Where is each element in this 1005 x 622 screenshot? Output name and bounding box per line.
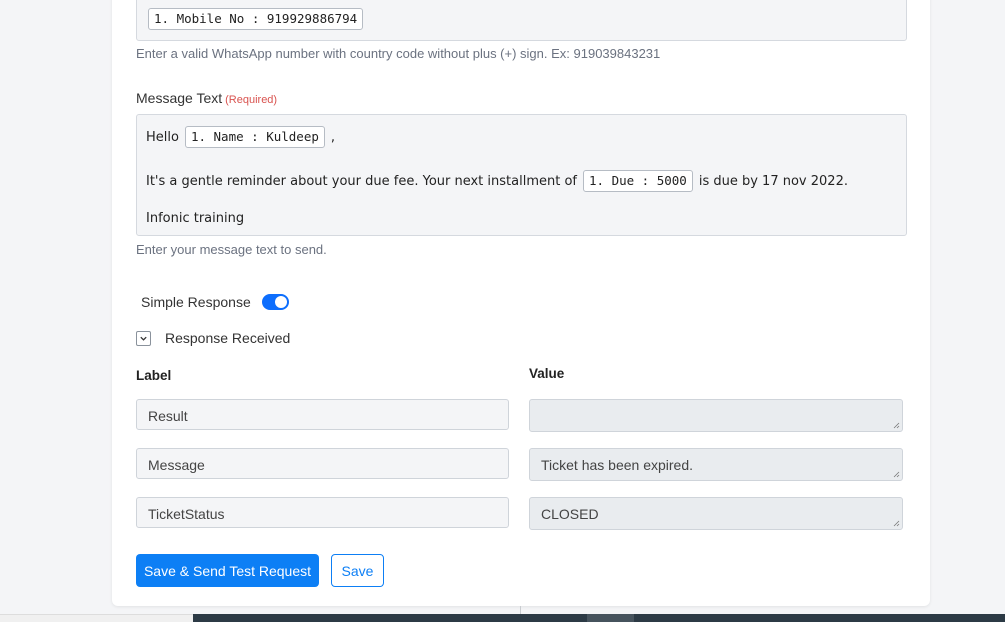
- label-input-message[interactable]: Message: [136, 448, 509, 479]
- required-indicator: (Required): [225, 94, 278, 106]
- value-textarea-message[interactable]: Ticket has been expired.: [529, 448, 903, 481]
- bottom-taskbar-strip: [0, 614, 1005, 622]
- value-textarea-result[interactable]: [529, 399, 903, 432]
- resize-handle-icon[interactable]: [893, 422, 900, 429]
- toggle-knob: [274, 296, 287, 308]
- save-button[interactable]: Save: [331, 554, 384, 587]
- message-line-1-suffix: ,: [330, 129, 336, 145]
- response-received-collapse-toggle[interactable]: [136, 330, 151, 346]
- message-label-text: Message Text: [136, 90, 223, 106]
- message-line-3: Infonic training: [146, 211, 245, 226]
- message-line-1: Hello 1. Name : Kuldeep ,: [146, 126, 335, 148]
- chevron-down-icon: [140, 336, 147, 341]
- taskbar-active-item[interactable]: [587, 614, 634, 622]
- value-text-message: Ticket has been expired.: [541, 457, 694, 473]
- value-text-ticketstatus: CLOSED: [541, 506, 599, 522]
- simple-response-label: Simple Response: [141, 294, 251, 310]
- response-received-row: Response Received: [136, 330, 290, 346]
- label-input-result[interactable]: Result: [136, 399, 509, 430]
- message-line-2-suffix: is due by 17 nov 2022.: [698, 173, 848, 189]
- mobile-help-text: Enter a valid WhatsApp number with count…: [136, 46, 661, 61]
- message-text-editor[interactable]: Hello 1. Name : Kuldeep , It's a gentle …: [136, 114, 907, 236]
- label-column-header: Label: [136, 368, 172, 383]
- name-token[interactable]: 1. Name : Kuldeep: [184, 126, 325, 148]
- resize-handle-icon[interactable]: [893, 471, 900, 478]
- label-input-ticketstatus[interactable]: TicketStatus: [136, 497, 509, 528]
- message-help-text: Enter your message text to send.: [136, 242, 327, 257]
- message-line-2-text: It's a gentle reminder about your due fe…: [146, 173, 577, 189]
- save-and-send-test-request-button[interactable]: Save & Send Test Request: [136, 554, 319, 587]
- value-column-header: Value: [529, 366, 565, 381]
- mobile-number-token[interactable]: 1. Mobile No : 919929886794: [148, 8, 364, 30]
- simple-response-toggle[interactable]: [261, 294, 289, 310]
- message-line-2: It's a gentle reminder about your due fe…: [146, 170, 848, 192]
- response-received-label: Response Received: [165, 330, 291, 346]
- simple-response-row: Simple Response: [141, 294, 289, 310]
- taskbar-left: [0, 614, 193, 622]
- due-token[interactable]: 1. Due : 5000: [583, 170, 693, 192]
- mobile-number-field[interactable]: 1. Mobile No : 919929886794: [136, 0, 907, 41]
- message-line-1-text: Hello: [146, 129, 179, 145]
- value-textarea-ticketstatus[interactable]: CLOSED: [529, 497, 903, 530]
- message-text-label: Message Text (Required): [136, 90, 277, 106]
- resize-handle-icon[interactable]: [893, 520, 900, 527]
